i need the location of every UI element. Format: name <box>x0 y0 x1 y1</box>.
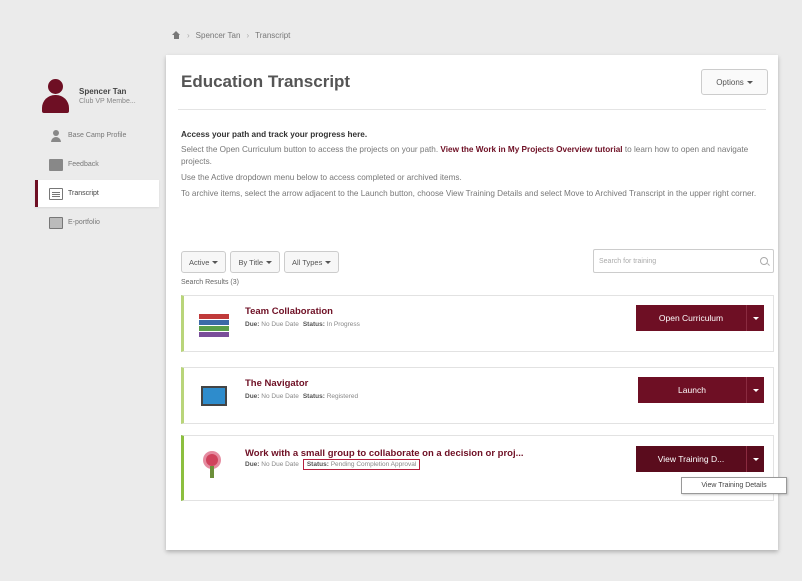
chevron-down-icon <box>752 316 759 320</box>
sidebar-item-label: Transcript <box>68 190 99 197</box>
person-icon <box>49 129 63 142</box>
search-results-count: Search Results (3) <box>181 279 239 286</box>
sidebar-item-label: Feedback <box>68 161 99 168</box>
chevron-down-icon <box>752 457 759 461</box>
item-title[interactable]: The Navigator <box>245 378 308 389</box>
item-meta: Due: No Due Date Status: Registered <box>245 393 358 400</box>
filter-label: By Title <box>238 257 264 267</box>
instructions-lead: Access your path and track your progress… <box>181 130 368 139</box>
due-label: Due: <box>245 321 260 328</box>
item-meta: Due: No Due Date Status: Pending Complet… <box>245 459 421 470</box>
options-label: Options <box>716 77 744 87</box>
options-button[interactable]: Options <box>701 69 768 95</box>
search-placeholder: Search for training <box>599 257 657 265</box>
instructions-text: Select the Open Curriculum button to acc… <box>181 145 439 154</box>
breadcrumb-separator: › <box>246 30 250 40</box>
avatar <box>39 77 73 115</box>
status-highlight: Status: Pending Completion Approval <box>302 459 421 470</box>
actions-dropdown-toggle[interactable] <box>746 305 764 331</box>
portfolio-icon <box>49 216 63 229</box>
sort-by-title-dropdown[interactable]: By Title <box>230 251 281 273</box>
chevron-down-icon <box>746 80 753 84</box>
breadcrumb-separator: › <box>187 30 190 40</box>
profile-card[interactable]: Spencer Tan Club VP Membe... <box>35 72 159 120</box>
sidebar: Spencer Tan Club VP Membe... Base Camp P… <box>35 72 159 236</box>
status-value: In Progress <box>326 321 360 328</box>
filter-label: Active <box>189 257 210 267</box>
filter-bar: Active By Title All Types <box>181 251 340 273</box>
status-value: Pending Completion Approval <box>330 461 417 468</box>
instructions-line-2: Use the Active dropdown menu below to ac… <box>181 173 462 182</box>
due-value: No Due Date <box>261 393 299 400</box>
main-panel: Education Transcript Options Access your… <box>166 55 778 550</box>
sidebar-item-transcript[interactable]: Transcript <box>35 180 159 207</box>
books-icon <box>199 310 229 340</box>
launch-button[interactable]: Launch <box>638 377 746 403</box>
chat-icon <box>49 158 63 171</box>
list-item: Team Collaboration Due: No Due Date Stat… <box>181 295 774 352</box>
status-label: Status: <box>306 461 329 468</box>
due-value: No Due Date <box>261 321 299 328</box>
instructions: Access your path and track your progress… <box>181 129 771 204</box>
divider <box>178 109 766 110</box>
document-icon <box>49 187 63 200</box>
sidebar-item-feedback[interactable]: Feedback <box>35 151 159 178</box>
search-icon[interactable] <box>760 257 768 265</box>
breadcrumb: › Spencer Tan › Transcript <box>166 25 778 45</box>
chevron-down-icon <box>325 260 332 264</box>
chevron-down-icon <box>266 260 273 264</box>
due-label: Due: <box>245 461 260 468</box>
chevron-down-icon <box>212 260 219 264</box>
chevron-down-icon <box>752 388 759 392</box>
list-item: The Navigator Due: No Due Date Status: R… <box>181 367 774 424</box>
filter-label: All Types <box>292 257 323 267</box>
due-label: Due: <box>245 393 260 400</box>
instructions-line-3: To archive items, select the arrow adjac… <box>181 189 757 198</box>
active-filter-dropdown[interactable]: Active <box>181 251 227 273</box>
page-title: Education Transcript <box>181 72 351 91</box>
item-title[interactable]: Team Collaboration <box>245 306 333 317</box>
flower-icon <box>199 450 229 480</box>
monitor-icon <box>201 386 227 406</box>
profile-name: Spencer Tan <box>79 87 127 96</box>
breadcrumb-item-user[interactable]: Spencer Tan <box>196 31 241 40</box>
launch-split-button: Launch <box>638 377 764 403</box>
open-curriculum-split-button: Open Curriculum <box>636 305 764 331</box>
type-filter-dropdown[interactable]: All Types <box>284 251 340 273</box>
sidebar-item-e-portfolio[interactable]: E-portfolio <box>35 209 159 236</box>
actions-dropdown-toggle[interactable] <box>746 446 764 472</box>
profile-role: Club VP Membe... <box>79 98 136 105</box>
item-meta: Due: No Due Date Status: In Progress <box>245 321 360 328</box>
breadcrumb-item-transcript: Transcript <box>255 30 291 40</box>
open-curriculum-button[interactable]: Open Curriculum <box>636 305 746 331</box>
search-input[interactable]: Search for training <box>593 249 774 273</box>
view-training-details-button[interactable]: View Training D... <box>636 446 746 472</box>
status-label: Status: <box>302 393 325 400</box>
status-value: Registered <box>326 393 359 400</box>
actions-dropdown-toggle[interactable] <box>746 377 764 403</box>
view-training-details-split-button: View Training D... <box>636 446 764 472</box>
sidebar-item-label: E-portfolio <box>68 219 100 226</box>
tooltip: View Training Details <box>681 477 787 494</box>
tutorial-link[interactable]: View the Work in My Projects Overview tu… <box>440 145 622 154</box>
sidebar-item-base-camp-profile[interactable]: Base Camp Profile <box>35 122 159 149</box>
home-icon[interactable] <box>172 31 181 39</box>
instructions-line-1: Select the Open Curriculum button to acc… <box>181 144 771 168</box>
item-title[interactable]: Work with a small group to collaborate o… <box>245 448 524 459</box>
due-value: No Due Date <box>261 461 299 468</box>
status-label: Status: <box>302 321 325 328</box>
sidebar-item-label: Base Camp Profile <box>68 132 127 139</box>
